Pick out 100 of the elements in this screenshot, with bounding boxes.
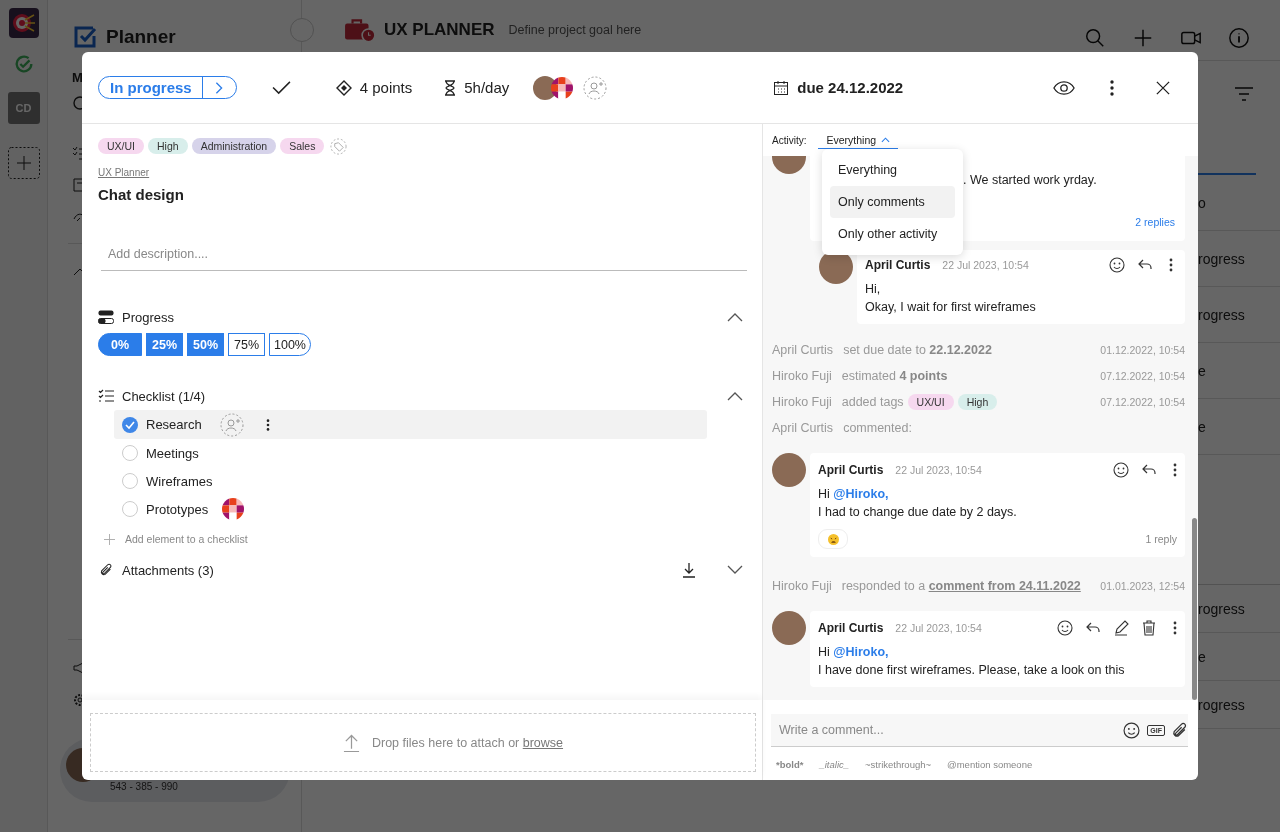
more-icon[interactable] (1173, 462, 1177, 478)
task-status-text: e (1198, 648, 1206, 665)
activity-text: estimated 4 points (841, 369, 948, 383)
tag[interactable]: UX/UI (98, 138, 144, 154)
due-date[interactable]: due 24.12.2022 (797, 79, 904, 96)
trash-icon[interactable] (1141, 620, 1157, 636)
more-icon[interactable] (1173, 620, 1177, 636)
tag: High (957, 394, 998, 410)
comment-text: I have done first wireframes. Please, take a look on this (818, 662, 1126, 679)
progress-step-button[interactable]: 100% (269, 333, 311, 356)
pixel-avatar-icon[interactable] (222, 498, 245, 520)
filter-menu-item[interactable]: Only comments (830, 186, 955, 218)
project-link[interactable]: UX Planner (98, 167, 150, 178)
checked-checkbox[interactable] (122, 416, 138, 433)
target-app-icon[interactable] (8, 8, 39, 38)
hourglass-icon (444, 79, 457, 96)
smiley-icon[interactable] (1113, 462, 1129, 478)
collapse-chevron-icon[interactable] (727, 391, 743, 401)
chevron-up-icon (881, 136, 891, 143)
mention-link[interactable]: @Hiroko, (833, 645, 889, 659)
filter-menu-item[interactable]: Only other activity (830, 218, 955, 250)
tag[interactable]: Administration (191, 138, 277, 154)
file-drop-zone[interactable]: Drop files here to attach or browse (90, 713, 756, 772)
checklist-icon (98, 389, 114, 403)
activity-filter-dropdown[interactable]: Everything (818, 131, 899, 149)
task-title[interactable]: Chat design (98, 186, 747, 203)
toggle-bars-icon (98, 310, 114, 324)
pixel-avatar-icon[interactable] (551, 76, 574, 99)
download-icon[interactable] (681, 562, 697, 578)
add-workspace-icon[interactable] (7, 147, 40, 179)
formatting-hint: *bold* (776, 759, 804, 770)
smiley-icon[interactable] (1109, 257, 1125, 273)
activity-actor: Hiroko Fuji (772, 369, 832, 383)
diamond-icon (335, 79, 352, 96)
checklist-item-label: Research (146, 417, 202, 432)
progress-step-button[interactable]: 0% (98, 333, 142, 356)
expand-chevron-icon[interactable] (727, 565, 743, 575)
more-icon[interactable] (1169, 257, 1173, 273)
filter-icon[interactable] (1234, 86, 1254, 102)
project-title: UX PLANNER (384, 20, 495, 40)
section-heading: M (72, 70, 84, 85)
browse-link[interactable]: browse (522, 735, 564, 750)
collapse-chevron-icon[interactable] (727, 312, 743, 322)
checkbox[interactable] (122, 473, 138, 489)
plus-icon[interactable] (1132, 27, 1154, 49)
comment-time: 22 Jul 2023, 10:54 (895, 622, 982, 634)
checklist-item[interactable]: Prototypes (114, 495, 747, 523)
description-field[interactable]: Add description.... (101, 238, 747, 271)
comment-text: Hi @Hiroko, (818, 486, 890, 503)
checklist-item[interactable]: Meetings (114, 439, 747, 467)
check-icon[interactable] (271, 80, 291, 95)
section-title: Attachments (3) (122, 562, 214, 578)
comment-time: 22 Jul 2023, 10:54 (895, 464, 982, 476)
activity-label: Activity: (772, 134, 807, 146)
points-value[interactable]: 4 points (359, 79, 413, 96)
pencil-icon[interactable] (1113, 620, 1129, 636)
info-icon[interactable] (1228, 27, 1250, 49)
close-icon[interactable] (1156, 80, 1170, 95)
progress-step-button[interactable]: 25% (146, 333, 183, 356)
drop-files-text: Drop files here to attach or browse (371, 735, 564, 750)
tag[interactable]: Sales (280, 138, 325, 154)
briefcase-clock-icon (344, 17, 376, 43)
app-title: Planner (106, 26, 176, 48)
add-checklist-element-button[interactable]: Add element to a checklist (104, 533, 747, 545)
formatting-hint: ~strikethrough~ (865, 759, 932, 770)
checklist-item[interactable]: Wireframes (114, 467, 747, 495)
filter-menu-item[interactable]: Everything (830, 154, 955, 186)
user-phone: 543 - 385 - 990 (110, 781, 178, 792)
paperclip-icon[interactable] (1171, 721, 1188, 739)
replies-link[interactable]: 1 reply (1145, 533, 1177, 545)
smiley-icon[interactable] (1123, 721, 1141, 739)
scrollbar-thumb[interactable] (1192, 518, 1197, 700)
checklist-item-label: Meetings (146, 445, 199, 461)
progress-step-button[interactable]: 50% (187, 333, 224, 356)
activity-text: responded to a comment from 24.11.2022 (841, 579, 1081, 593)
plus-icon (104, 533, 115, 545)
activity-actor: Hiroko Fuji (772, 395, 832, 409)
tag[interactable]: High (148, 138, 188, 154)
activity-time: 07.12.2022, 10:54 (1100, 396, 1185, 408)
more-icon[interactable] (1110, 79, 1114, 96)
comment-author: April Curtis (818, 463, 884, 477)
progress-step-button[interactable]: 75% (228, 333, 265, 356)
comment-text: I had to change due date by 2 days. (818, 504, 1018, 521)
comment-text: Hi, (865, 281, 882, 298)
activity-actor: April Curtis (772, 421, 834, 435)
checkbox[interactable] (122, 445, 138, 461)
smiley-icon[interactable] (1057, 620, 1073, 636)
task-status-text: rogress (1198, 696, 1245, 713)
more-icon[interactable] (265, 417, 270, 432)
activity-actor: Hiroko Fuji (772, 579, 832, 593)
formatting-hint: _italic_ (819, 759, 850, 770)
eye-icon[interactable] (1053, 79, 1075, 96)
checkbox[interactable] (122, 501, 138, 517)
time-estimate[interactable]: 5h/day (464, 79, 510, 96)
mention-link[interactable]: @Hiroko, (833, 487, 889, 501)
tired-face-emoji-icon (827, 533, 839, 545)
activity-time: 01.01.2023, 12:54 (1100, 580, 1185, 592)
checklist-item[interactable]: Research (114, 410, 707, 439)
replies-link[interactable]: 2 replies (1135, 216, 1175, 228)
task-status-text: rogress (1198, 600, 1245, 617)
